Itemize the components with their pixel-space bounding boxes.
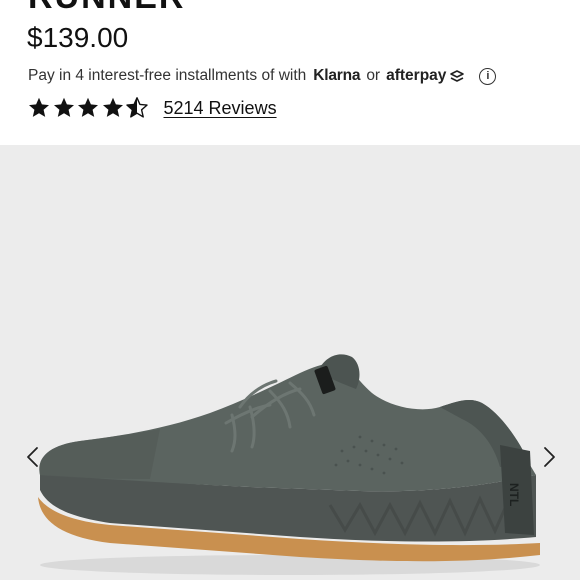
rating-row: 5214 Reviews (27, 95, 277, 121)
product-image: NTL (38, 354, 540, 575)
afterpay-logo[interactable]: afterpay (386, 67, 466, 85)
installments-info: Pay in 4 interest-free installments of w… (28, 66, 497, 86)
afterpay-arrows-icon (450, 70, 465, 82)
star-full-icon (29, 97, 49, 117)
product-image-gallery[interactable]: NTL (0, 145, 580, 580)
product-price: $139.00 (27, 22, 129, 53)
product-title: RUNNER (28, 0, 185, 17)
product-page: RUNNER $139.00 Pay in 4 interest-free in… (0, 0, 580, 580)
klarna-logo[interactable]: Klarna (313, 67, 360, 85)
star-full-icon (102, 97, 123, 117)
reviews-link[interactable]: 5214 Reviews (164, 98, 277, 119)
star-half-icon (126, 97, 148, 118)
or-text: or (366, 67, 381, 84)
installments-text: Pay in 4 interest-free installments of w… (28, 67, 307, 84)
chevron-left-icon[interactable] (22, 445, 46, 469)
star-full-icon (53, 97, 74, 117)
star-full-icon (78, 97, 98, 117)
heel-logo: NTL (507, 483, 521, 506)
star-rating (27, 96, 150, 120)
chevron-right-icon[interactable] (536, 445, 560, 469)
afterpay-label: afterpay (386, 67, 447, 84)
info-icon[interactable]: i (479, 67, 497, 85)
